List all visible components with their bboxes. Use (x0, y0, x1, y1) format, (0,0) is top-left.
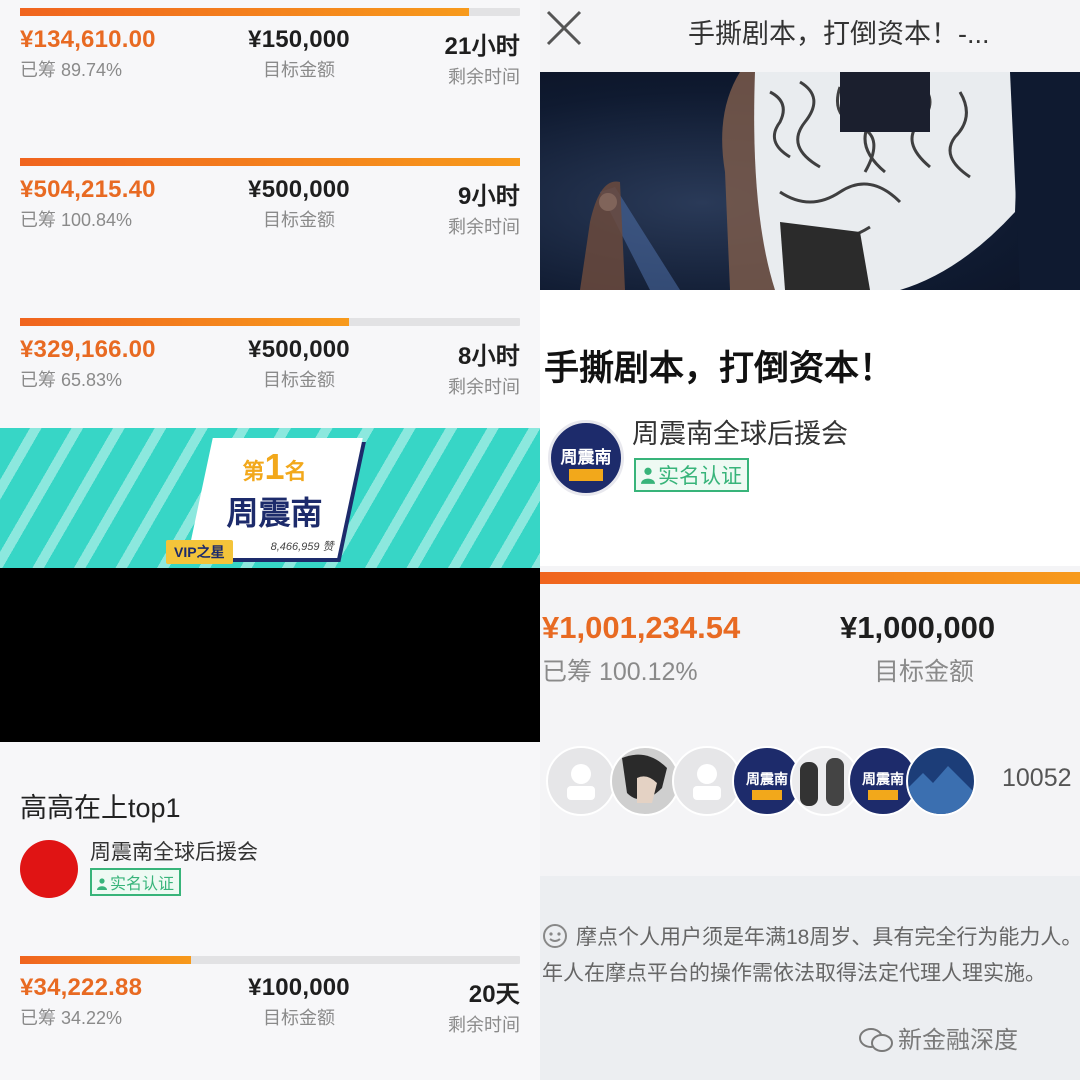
person-icon (641, 467, 655, 484)
left-screenshot: ¥134,610.00 已筹 89.74% ¥150,000 目标金额 21小时剩余… (0, 0, 540, 1080)
campaign-stats-2: ¥504,215.40 已筹 100.84% ¥500,000 目标金额 9小时剩余… (0, 150, 540, 250)
campaign-stats-4: ¥34,222.88 已筹 34.22% ¥100,000 目标金额 20天剩余时间 (0, 948, 540, 1048)
raised-percent: 已筹 100.12% (542, 658, 698, 686)
campaign-stats-1: ¥134,610.00 已筹 89.74% ¥150,000 目标金额 21小时剩余… (0, 0, 540, 100)
goal-amount: ¥500,000 (248, 176, 350, 203)
progress-fill (20, 158, 520, 166)
svg-text:周震南: 周震南 (561, 447, 612, 468)
raised-amount: ¥1,001,234.54 (542, 610, 741, 645)
hero-image (540, 72, 1080, 290)
organizer-name[interactable]: 周震南全球后援会 (90, 836, 258, 866)
verified-badge: 实名认证 (90, 868, 182, 896)
user-photo (908, 766, 974, 814)
time-remaining-label: 剩余时间 (448, 67, 520, 87)
verified-badge: 实名认证 (634, 458, 749, 492)
raised-percent: 已筹 34.22% (20, 1008, 123, 1028)
time-remaining-label: 剩余时间 (448, 217, 520, 237)
goal-label: 目标金额 (874, 658, 975, 686)
backer-avatar[interactable] (610, 746, 680, 816)
goal-amount: ¥100,000 (248, 974, 350, 1001)
default-user-icon (693, 764, 721, 800)
backer-avatars[interactable]: 周震南 周震南 10052 (540, 716, 1080, 876)
wechat-icon (859, 1028, 893, 1052)
person-icon (97, 878, 107, 890)
goal-label: 目标金额 (263, 370, 335, 390)
goal-label: 目标金额 (263, 60, 335, 80)
funding-stats: ¥1,001,234.54 已筹 100.12% ¥1,000,000 目标金额 (540, 566, 1080, 716)
backer-avatar[interactable] (906, 746, 976, 816)
progress-bar (20, 158, 520, 166)
time-remaining: 20天 (468, 981, 520, 1008)
progress-bar (20, 318, 520, 326)
progress-fill (20, 318, 350, 326)
media-placeholder (0, 568, 540, 742)
rank-number: 第1名 (242, 446, 307, 487)
progress-bar (20, 956, 520, 964)
ranked-artist-name: 周震南 (226, 495, 323, 531)
ranking-banner[interactable]: 第1名 周震南 8,466,959 赞 VIP之星 (0, 428, 540, 568)
page-title: 手撕剧本，打倒资本！-... (688, 19, 990, 49)
raised-percent: 已筹 100.84% (20, 210, 133, 230)
campaign-stats-3: ¥329,166.00 已筹 65.83% ¥500,000 目标金额 8小时剩余时… (0, 310, 540, 410)
backer-avatar[interactable] (546, 746, 616, 816)
raised-amount: ¥134,610.00 (20, 26, 156, 53)
progress-fill (20, 8, 469, 16)
goal-amount: ¥500,000 (248, 336, 350, 363)
organizer-avatar[interactable] (20, 840, 78, 898)
top-navigation-bar: 手撕剧本，打倒资本！-... (540, 0, 1080, 72)
goal-amount: ¥1,000,000 (840, 610, 996, 645)
campaign-title: 高高在上top1 (20, 793, 181, 823)
raised-percent: 已筹 89.74% (20, 60, 123, 80)
time-remaining-label: 剩余时间 (448, 1015, 520, 1035)
time-remaining: 9小时 (458, 183, 520, 210)
goal-amount: ¥150,000 (248, 26, 350, 53)
wechat-watermark: 新金融深度 (858, 1020, 1018, 1055)
concert-photo (580, 72, 1080, 290)
goal-label: 目标金额 (263, 210, 335, 230)
default-user-icon (567, 764, 595, 800)
organizer-avatar[interactable]: 周震南 (548, 420, 624, 496)
campaign-card[interactable]: 高高在上top1 周震南全球后援会 实名认证 ¥34,222.88 已筹 34.2… (0, 742, 540, 1080)
time-remaining: 21小时 (444, 33, 520, 60)
goal-label: 目标金额 (263, 1008, 335, 1028)
organizer-name[interactable]: 周震南全球后援会 (632, 412, 848, 451)
svg-text:周震南: 周震南 (862, 771, 904, 788)
time-remaining-label: 剩余时间 (448, 377, 520, 397)
notice-section: 摩点个人用户须是年满18周岁、具有完全行为能力人。未成年人在摩点平台的操作需依法… (540, 876, 1080, 1080)
right-screenshot: 手撕剧本，打倒资本！-... 手撕剧本，打倒资本！ 周震南 周震南全球后援会 实… (540, 0, 1080, 1080)
fanclub-logo-icon: 周震南 (561, 447, 612, 481)
age-notice: 摩点个人用户须是年满18周岁、具有完全行为能力人。未成年人在摩点平台的操作需依法… (542, 920, 1080, 992)
raised-amount: ¥504,215.40 (20, 176, 156, 203)
smile-icon (543, 924, 567, 948)
raised-amount: ¥329,166.00 (20, 336, 156, 363)
project-title: 手撕剧本，打倒资本！ (544, 349, 895, 388)
progress-bar (540, 572, 1080, 584)
progress-fill (20, 956, 192, 964)
time-remaining: 8小时 (458, 343, 520, 370)
close-icon[interactable] (544, 8, 584, 48)
vip-star-tag: VIP之星 (166, 540, 233, 564)
progress-bar (20, 8, 520, 16)
svg-text:周震南: 周震南 (746, 771, 788, 788)
raised-amount: ¥34,222.88 (20, 974, 143, 1001)
user-photo (622, 754, 667, 803)
raised-percent: 已筹 65.83% (20, 370, 123, 390)
backer-count[interactable]: 10052 (1002, 764, 1072, 793)
